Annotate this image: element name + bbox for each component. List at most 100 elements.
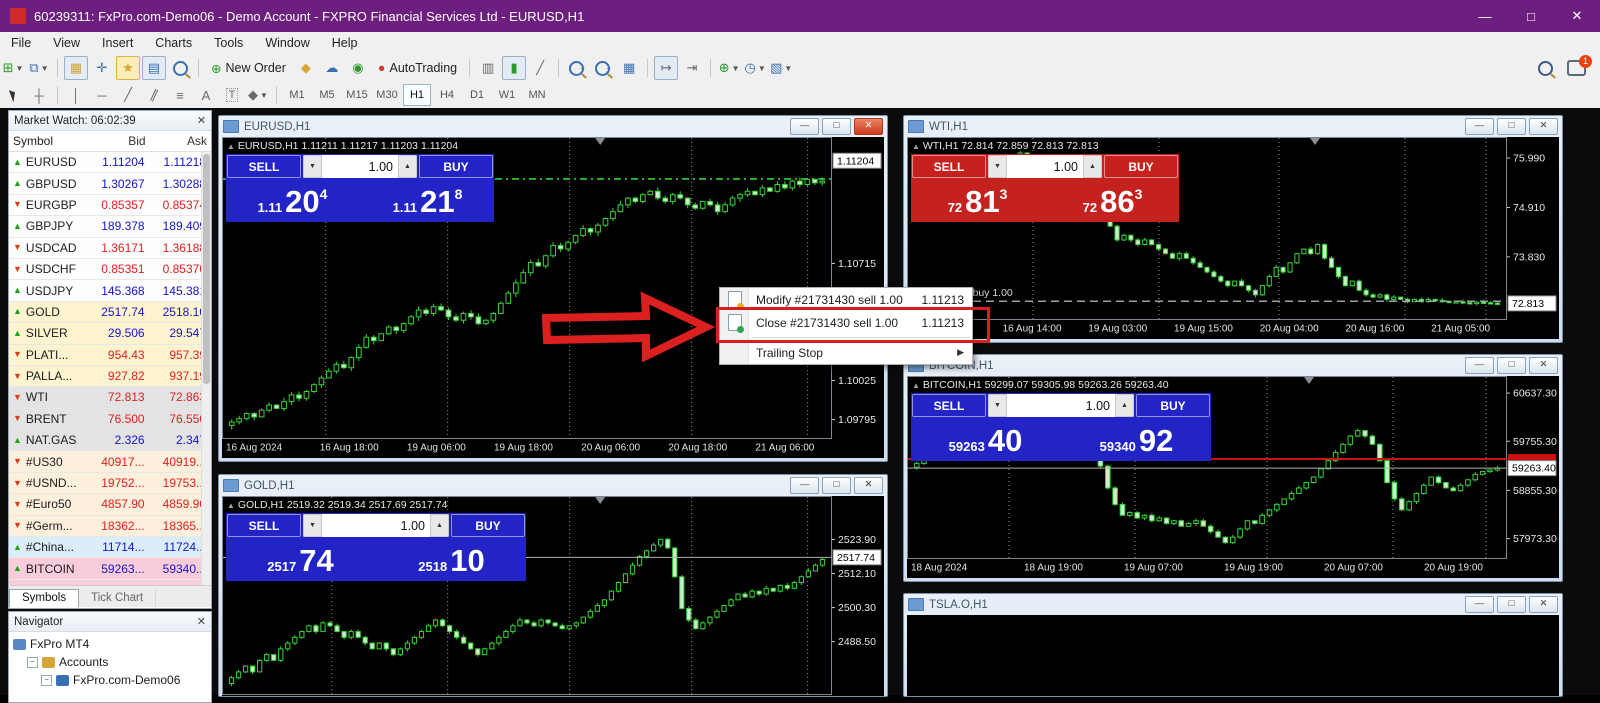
market-watch-row[interactable]: ▲EURUSD1.112041.11218 — [9, 152, 211, 173]
menu-item-charts[interactable]: Charts — [144, 36, 203, 50]
chart-titlebar[interactable]: GOLD,H1—□✕ — [219, 475, 887, 496]
volume-stepper[interactable]: ▼1.00▲ — [303, 514, 449, 537]
window-minimize-button[interactable]: — — [1462, 0, 1508, 32]
market-watch-row[interactable]: ▲SILVER29.50629.547 — [9, 323, 211, 344]
chart-minimize-button[interactable]: — — [1465, 118, 1494, 135]
tile-windows-button[interactable]: ▦ — [617, 56, 641, 80]
navigator-item-accounts[interactable]: −Accounts — [13, 653, 211, 671]
volume-decrease-button[interactable]: ▼ — [988, 394, 1007, 417]
sell-price-display[interactable]: 72813 — [911, 180, 1044, 222]
metaeditor-button[interactable]: ◆ — [294, 56, 318, 80]
chart-window-bitcoin[interactable]: BITCOIN,H1—□✕60637.3059755.3058855.30579… — [903, 354, 1563, 582]
market-watch-row[interactable]: ▼PALLA...927.82937.19 — [9, 366, 211, 387]
volume-increase-button[interactable]: ▲ — [430, 514, 449, 537]
chart-minimize-button[interactable]: — — [790, 118, 819, 135]
volume-decrease-button[interactable]: ▼ — [303, 514, 322, 537]
timeframe-button-d1[interactable]: D1 — [463, 84, 491, 106]
new-order-button[interactable]: ⊕New Order — [205, 56, 292, 80]
zoom-out-button[interactable]: − — [591, 56, 615, 80]
buy-price-display[interactable]: 251810 — [377, 539, 526, 581]
market-watch-row[interactable]: ▲USDJPY145.368145.381 — [9, 280, 211, 301]
sell-button[interactable]: SELL — [912, 155, 986, 178]
chart-window-tsla[interactable]: TSLA.O,H1—□✕ — [903, 593, 1563, 697]
equidistant-channel-button[interactable]: ∥ — [142, 83, 166, 107]
indicators-button[interactable]: ⊕▼ — [717, 56, 741, 80]
buy-price-display[interactable]: 5934092 — [1062, 419, 1211, 461]
market-watch-row[interactable]: ▼PLATI...954.43957.39 — [9, 345, 211, 366]
timeframe-button-m1[interactable]: M1 — [283, 84, 311, 106]
chart-restore-button[interactable]: □ — [1497, 596, 1526, 613]
arrows-button[interactable]: ◆▼ — [246, 83, 270, 107]
buy-price-display[interactable]: 72863 — [1046, 180, 1179, 222]
buy-button[interactable]: BUY — [1104, 155, 1178, 178]
volume-decrease-button[interactable]: ▼ — [303, 155, 322, 178]
volume-value[interactable]: 1.00 — [1007, 155, 1083, 178]
volume-stepper[interactable]: ▼1.00▲ — [988, 394, 1134, 417]
volume-increase-button[interactable]: ▲ — [1115, 394, 1134, 417]
menu-item-file[interactable]: File — [0, 36, 42, 50]
candlestick-chart-button[interactable]: ▮ — [502, 56, 526, 80]
window-close-button[interactable]: ✕ — [1554, 0, 1600, 32]
chart-minimize-button[interactable]: — — [1465, 357, 1494, 374]
navigator-button[interactable]: ★ — [116, 56, 140, 80]
context-menu-item-trailing[interactable]: Trailing Stop▶ — [720, 341, 972, 364]
window-maximize-button[interactable]: □ — [1508, 0, 1554, 32]
chart-restore-button[interactable]: □ — [1497, 357, 1526, 374]
chart-window-wti[interactable]: WTI,H1—□✕#21731431 buy 1.0075.99074.9107… — [903, 115, 1563, 343]
timeframe-button-m30[interactable]: M30 — [373, 84, 401, 106]
market-watch-row[interactable]: ▼#Euro504857.904859.90 — [9, 494, 211, 515]
fibonacci-button[interactable]: ≡ — [168, 83, 192, 107]
timeframe-button-mn[interactable]: MN — [523, 84, 551, 106]
chart-shift-button[interactable]: ⇥ — [680, 56, 704, 80]
buy-button[interactable]: BUY — [419, 155, 493, 178]
periods-button[interactable]: ◷▼ — [743, 56, 767, 80]
templates-button[interactable]: ▧▼ — [769, 56, 793, 80]
tab-symbols[interactable]: Symbols — [9, 589, 79, 607]
market-watch-close-icon[interactable]: ✕ — [197, 114, 206, 127]
market-watch-row[interactable]: ▲NAT.GAS2.3262.347 — [9, 430, 211, 451]
buy-button[interactable]: BUY — [1136, 394, 1210, 417]
chart-close-button[interactable]: ✕ — [854, 118, 883, 135]
data-window-button[interactable]: ✛ — [90, 56, 114, 80]
navigator-item-fxpro-mt4[interactable]: FxPro MT4 — [13, 635, 211, 653]
volume-increase-button[interactable]: ▲ — [1083, 155, 1102, 178]
tree-expand-icon[interactable]: − — [41, 675, 52, 686]
chart-restore-button[interactable]: □ — [1497, 118, 1526, 135]
menu-item-window[interactable]: Window — [254, 36, 320, 50]
market-watch-row[interactable]: ▼#US3040917...40919... — [9, 451, 211, 472]
line-chart-button[interactable]: ╱ — [528, 56, 552, 80]
market-watch-row[interactable]: ▼ETHER...2583.912591.20 — [9, 580, 211, 585]
volume-value[interactable]: 1.00 — [1007, 394, 1115, 417]
market-watch-row[interactable]: ▼#Germ...18362...18365... — [9, 516, 211, 537]
cursor-button[interactable] — [1, 83, 25, 107]
market-watch-row[interactable]: ▼BRENT76.50076.550 — [9, 409, 211, 430]
market-watch-row[interactable]: ▼USDCAD1.361711.36188 — [9, 238, 211, 259]
sell-button[interactable]: SELL — [227, 155, 301, 178]
sell-price-display[interactable]: 251774 — [226, 539, 375, 581]
column-header-ask[interactable]: Ask — [150, 134, 211, 148]
timeframe-button-w1[interactable]: W1 — [493, 84, 521, 106]
terminal-button[interactable]: ▤ — [142, 56, 166, 80]
trendline-button[interactable]: ╱ — [116, 83, 140, 107]
timeframe-button-h1[interactable]: H1 — [403, 84, 431, 106]
menu-item-insert[interactable]: Insert — [91, 36, 144, 50]
market-watch-row[interactable]: ▲#China...11714...11724... — [9, 537, 211, 558]
strategy-tester-button[interactable] — [168, 56, 192, 80]
chart-minimize-button[interactable]: — — [790, 477, 819, 494]
market-watch-button[interactable]: ▦ — [64, 56, 88, 80]
volume-stepper[interactable]: ▼1.00▲ — [303, 155, 417, 178]
timeframe-button-m15[interactable]: M15 — [343, 84, 371, 106]
market-watch-row[interactable]: ▲GBPJPY189.378189.409 — [9, 216, 211, 237]
text-label-button[interactable]: T — [220, 83, 244, 107]
auto-scroll-button[interactable]: ↦ — [654, 56, 678, 80]
new-chart-button[interactable]: ⊞▼ — [1, 56, 25, 80]
tab-tick-chart[interactable]: Tick Chart — [79, 590, 156, 607]
menu-item-view[interactable]: View — [42, 36, 91, 50]
timeframe-button-m5[interactable]: M5 — [313, 84, 341, 106]
sell-price-display[interactable]: 5926340 — [911, 419, 1060, 461]
vertical-line-button[interactable]: │ — [64, 83, 88, 107]
zoom-in-button[interactable]: + — [565, 56, 589, 80]
sell-price-display[interactable]: 1.11204 — [226, 180, 359, 222]
market-watch-row[interactable]: ▲GOLD2517.742518.10 — [9, 302, 211, 323]
volume-decrease-button[interactable]: ▼ — [988, 155, 1007, 178]
